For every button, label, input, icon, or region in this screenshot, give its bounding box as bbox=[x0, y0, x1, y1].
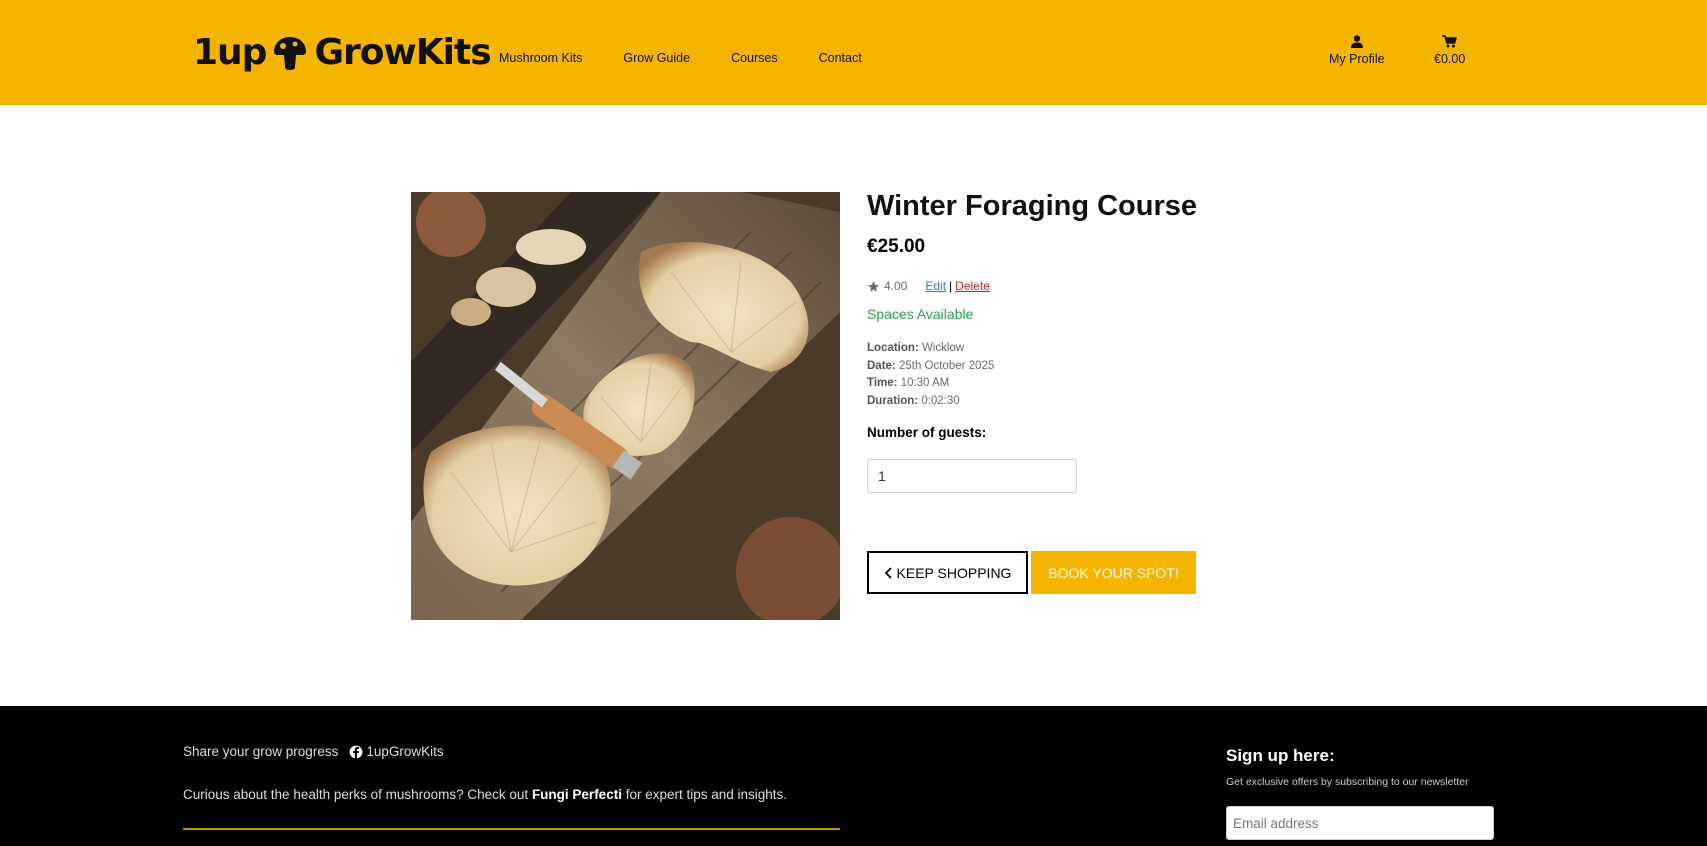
site-logo[interactable]: 1up GrowKits bbox=[193, 32, 492, 73]
logo-text-right: GrowKits bbox=[314, 32, 491, 73]
rating-value: 4.00 bbox=[884, 279, 908, 293]
signup-title: Sign up here: bbox=[1226, 746, 1335, 765]
guests-input[interactable] bbox=[867, 459, 1077, 493]
detail-date: Date: 25th October 2025 bbox=[867, 359, 995, 372]
my-profile-link[interactable]: My Profile bbox=[1329, 35, 1385, 66]
delete-link[interactable]: Delete bbox=[955, 279, 990, 293]
nav-mushroom-kits[interactable]: Mushroom Kits bbox=[499, 51, 582, 65]
rating-row: 4.00 Edit | Delete bbox=[867, 279, 990, 293]
star-icon bbox=[868, 280, 879, 292]
detail-time: Time: 10:30 AM bbox=[867, 377, 950, 389]
share-row: Share your grow progress 1upGrowKits bbox=[183, 744, 444, 759]
cart-total: €0.00 bbox=[1434, 52, 1466, 66]
detail-duration: Duration: 0:02:30 bbox=[867, 394, 960, 407]
footer-divider bbox=[183, 828, 840, 830]
product-image bbox=[411, 192, 840, 620]
fungi-perfecti-link[interactable]: Fungi Perfecti bbox=[532, 787, 622, 802]
facebook-link[interactable]: 1upGrowKits bbox=[349, 744, 444, 759]
link-separator: | bbox=[949, 279, 953, 293]
profile-label: My Profile bbox=[1329, 52, 1385, 66]
chevron-left-icon bbox=[884, 566, 892, 579]
nav-contact[interactable]: Contact bbox=[819, 51, 862, 65]
nav-grow-guide[interactable]: Grow Guide bbox=[623, 51, 690, 65]
keep-shopping-button[interactable]: KEEP SHOPPING bbox=[867, 551, 1028, 594]
main-nav: Mushroom Kits Grow Guide Courses Contact bbox=[499, 51, 903, 65]
site-footer: Share your grow progress 1upGrowKits Cur… bbox=[0, 706, 1707, 846]
newsletter-email-input[interactable] bbox=[1226, 806, 1494, 840]
edit-link[interactable]: Edit bbox=[925, 279, 946, 293]
mushroom-logo-icon bbox=[272, 36, 308, 70]
product-title: Winter Foraging Course bbox=[867, 190, 1198, 222]
facebook-icon bbox=[349, 745, 363, 758]
book-spot-button[interactable]: BOOK YOUR SPOT! bbox=[1031, 551, 1196, 594]
nav-courses[interactable]: Courses bbox=[731, 51, 778, 65]
signup-subtitle: Get exclusive offers by subscribing to o… bbox=[1226, 776, 1469, 788]
cart-link[interactable]: €0.00 bbox=[1434, 35, 1465, 66]
shopping-cart-icon bbox=[1442, 35, 1458, 48]
facebook-handle: 1upGrowKits bbox=[366, 744, 444, 759]
site-header: 1up GrowKits Mushroom Kits Grow Guide Co… bbox=[0, 0, 1707, 105]
detail-location: Location: Wicklow bbox=[867, 342, 965, 354]
health-perks-text: Curious about the health perks of mushro… bbox=[183, 787, 788, 802]
share-text: Share your grow progress bbox=[183, 744, 339, 759]
user-icon bbox=[1350, 35, 1363, 48]
guests-label: Number of guests: bbox=[867, 425, 987, 440]
availability-status: Spaces Available bbox=[867, 306, 974, 322]
course-details: Location: Wicklow Date: 25th October 202… bbox=[867, 340, 994, 410]
keep-shopping-label: KEEP SHOPPING bbox=[896, 564, 1012, 581]
product-price: €25.00 bbox=[867, 236, 926, 257]
logo-text-left: 1up bbox=[193, 32, 267, 73]
